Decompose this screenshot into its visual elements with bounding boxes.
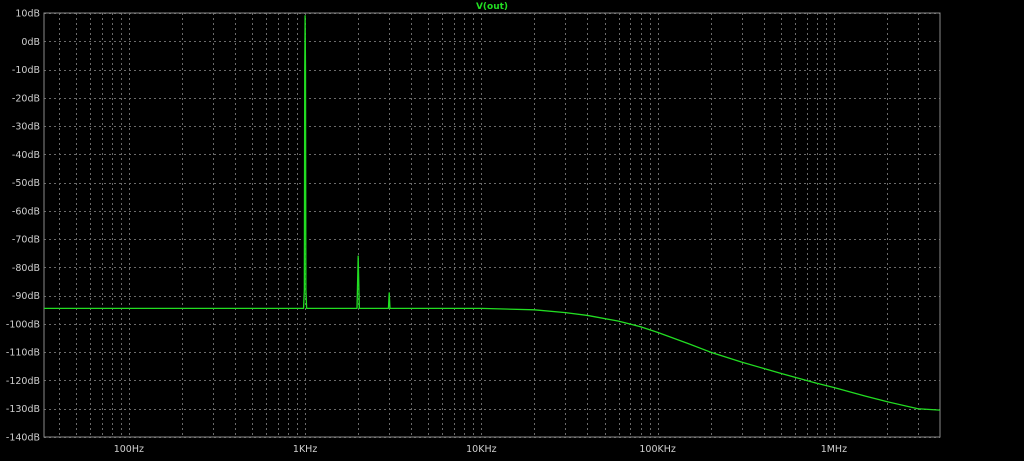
y-tick-label: -50dB — [12, 178, 40, 189]
y-tick-label: -30dB — [12, 122, 40, 133]
y-tick-label: 0dB — [21, 37, 40, 48]
chart-root: 10dB 0dB -10dB -20dB -30dB -40dB -50dB -60dB -70… — [0, 0, 1024, 457]
y-tick-label: -70dB — [12, 235, 40, 246]
y-tick-label: -40dB — [12, 150, 40, 161]
chart-title: V(out) — [476, 2, 508, 12]
y-tick-label: -110dB — [6, 348, 40, 359]
chart-svg: 10dB 0dB -10dB -20dB -30dB -40dB -50dB -60dB -70… — [0, 0, 1024, 457]
x-tick-label: 100Hz — [114, 444, 144, 455]
y-tick-label: -60dB — [12, 206, 40, 217]
x-tick-label: 10KHz — [466, 444, 496, 455]
y-tick-label: -140dB — [6, 433, 40, 444]
x-tick-label: 1MHz — [821, 444, 847, 455]
y-tick-label: -10dB — [12, 65, 40, 76]
y-tick-label: 10dB — [15, 9, 40, 20]
y-tick-label: -130dB — [6, 404, 40, 415]
y-tick-label: -20dB — [12, 93, 40, 104]
y-tick-label: -120dB — [6, 376, 40, 387]
y-tick-label: -80dB — [12, 263, 40, 274]
x-tick-label: 100KHz — [639, 444, 676, 455]
y-tick-label: -100dB — [6, 319, 40, 330]
x-tick-label: 1KHz — [293, 444, 317, 455]
y-tick-label: -90dB — [12, 291, 40, 302]
plot-background — [0, 0, 1024, 457]
